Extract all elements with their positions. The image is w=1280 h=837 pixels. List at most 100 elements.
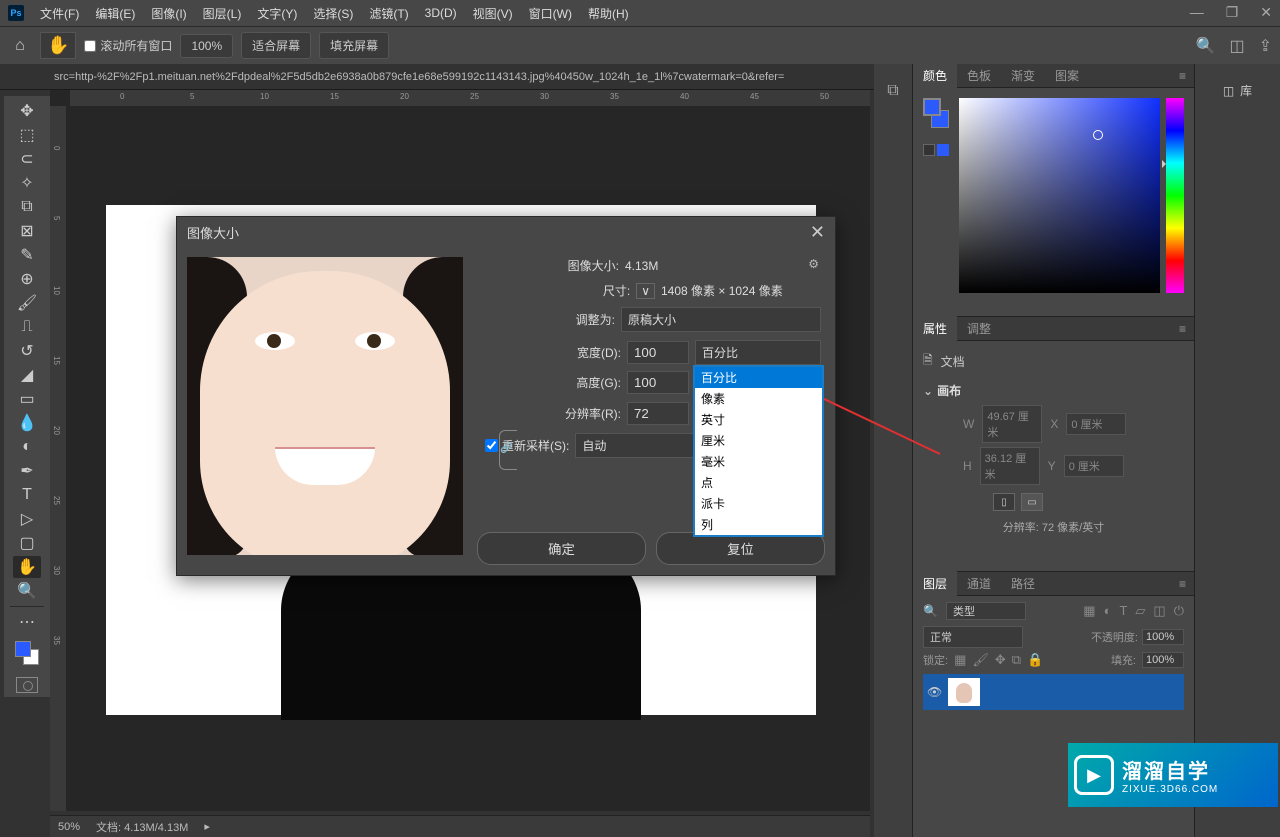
status-arrow-icon[interactable]: ▸ [204, 820, 210, 833]
blur-tool-icon[interactable]: 💧 [13, 412, 41, 434]
scroll-all-checkbox[interactable]: 滚动所有窗口 [84, 37, 172, 54]
minimize-icon[interactable]: — [1190, 4, 1204, 21]
home-icon[interactable]: ⌂ [8, 37, 32, 55]
canvas-x-field[interactable]: 0 厘米 [1066, 413, 1126, 435]
tab-layers[interactable]: 图层 [913, 571, 957, 596]
fit-screen-button[interactable]: 适合屏幕 [241, 32, 311, 59]
dialog-close-icon[interactable]: ✕ [810, 222, 825, 243]
filter-search-icon[interactable]: 🔍 [923, 604, 938, 618]
wand-tool-icon[interactable]: ✧ [13, 172, 41, 194]
dropdown-option[interactable]: 百分比 [695, 367, 822, 388]
quick-mask-icon[interactable] [16, 677, 38, 693]
tab-gradients[interactable]: 渐变 [1001, 63, 1045, 88]
canvas-y-field[interactable]: 0 厘米 [1064, 455, 1124, 477]
width-unit-select[interactable]: 百分比 [695, 340, 821, 365]
dropdown-option[interactable]: 英寸 [695, 409, 822, 430]
lock-artboard-icon[interactable]: ⧉ [1012, 652, 1021, 668]
share-icon[interactable]: ⇪ [1259, 36, 1272, 56]
resolution-input[interactable] [627, 402, 689, 425]
current-color-icon[interactable] [937, 144, 949, 156]
blend-mode-select[interactable]: 正常 [923, 626, 1023, 648]
color-swatch[interactable] [13, 639, 41, 667]
menu-filter[interactable]: 滤镜(T) [361, 1, 416, 26]
chevron-down-icon[interactable]: ⌄ [923, 384, 933, 398]
opacity-input[interactable] [1142, 629, 1184, 645]
panel-menu-icon[interactable]: ≡ [1171, 322, 1194, 336]
menu-edit[interactable]: 编辑(E) [87, 1, 143, 26]
history-panel-icon[interactable]: ⧉ [887, 82, 898, 100]
panel-menu-icon[interactable]: ≡ [1171, 69, 1194, 83]
menu-help[interactable]: 帮助(H) [580, 1, 637, 26]
status-doc[interactable]: 文档: 4.13M/4.13M [96, 819, 188, 835]
filter-adjust-icon[interactable]: ◐ [1104, 603, 1112, 619]
foreground-color[interactable] [15, 641, 31, 657]
canvas-width-field[interactable]: 49.67 厘米 [982, 405, 1042, 443]
ok-button[interactable]: 确定 [477, 532, 646, 565]
layer-thumbnail[interactable] [948, 678, 980, 706]
layer-item[interactable]: 👁 [923, 674, 1184, 710]
menu-layer[interactable]: 图层(L) [195, 1, 250, 26]
panel-foreground-color[interactable] [923, 98, 941, 116]
pen-tool-icon[interactable]: ✒ [13, 460, 41, 482]
dialog-titlebar[interactable]: 图像大小 ✕ [177, 217, 835, 247]
fit-to-select[interactable]: 原稿大小 [621, 307, 821, 332]
zoom-level-button[interactable]: 100% [180, 34, 233, 58]
canvas-height-field[interactable]: 36.12 厘米 [980, 447, 1040, 485]
crop-tool-icon[interactable]: ⧉ [13, 196, 41, 218]
brush-tool-icon[interactable]: 🖌 [13, 292, 41, 314]
tab-color[interactable]: 颜色 [913, 63, 957, 88]
dodge-tool-icon[interactable]: ◐ [13, 436, 41, 458]
search-icon[interactable]: 🔍 [1196, 36, 1216, 56]
edit-toolbar-icon[interactable]: ⋯ [13, 611, 41, 633]
dim-toggle-icon[interactable]: ∨ [636, 283, 655, 299]
layer-kind-select[interactable] [946, 602, 1026, 620]
type-tool-icon[interactable]: T [13, 484, 41, 506]
link-icon[interactable] [499, 430, 517, 470]
panel-menu-icon[interactable]: ≡ [1171, 577, 1194, 591]
lock-all-icon[interactable]: 🔒 [1027, 652, 1043, 668]
color-field[interactable] [959, 98, 1160, 293]
tab-channels[interactable]: 通道 [957, 571, 1001, 596]
tab-paths[interactable]: 路径 [1001, 571, 1045, 596]
tab-properties[interactable]: 属性 [913, 316, 957, 341]
path-select-tool-icon[interactable]: ▷ [13, 508, 41, 530]
resample-checkbox[interactable]: 重新采样(S): [485, 437, 569, 454]
lock-brush-icon[interactable]: 🖌 [972, 652, 989, 668]
hue-handle[interactable] [1162, 160, 1166, 168]
dropdown-option[interactable]: 列 [695, 514, 822, 535]
menu-view[interactable]: 视图(V) [465, 1, 521, 26]
portrait-orientation-icon[interactable]: ▯ [993, 493, 1015, 511]
tool-preset-hand[interactable]: ✋ [40, 32, 76, 59]
hand-tool-icon[interactable]: ✋ [13, 556, 41, 578]
gear-icon[interactable]: ⚙ [808, 257, 819, 271]
hue-slider[interactable] [1166, 98, 1184, 293]
menu-select[interactable]: 选择(S) [305, 1, 361, 26]
rectangle-tool-icon[interactable]: ▢ [13, 532, 41, 554]
history-brush-tool-icon[interactable]: ↺ [13, 340, 41, 362]
fill-input[interactable] [1142, 652, 1184, 668]
landscape-orientation-icon[interactable]: ▭ [1021, 493, 1043, 511]
lock-transparency-icon[interactable]: ▦ [954, 652, 966, 668]
zoom-tool-icon[interactable]: 🔍 [13, 580, 41, 602]
dropdown-option[interactable]: 厘米 [695, 430, 822, 451]
filter-toggle-icon[interactable]: ⏻ [1174, 603, 1184, 619]
menu-image[interactable]: 图像(I) [143, 1, 194, 26]
warning-icon[interactable] [923, 144, 935, 156]
dropdown-option[interactable]: 点 [695, 472, 822, 493]
tab-swatches[interactable]: 色板 [957, 63, 1001, 88]
eraser-tool-icon[interactable]: ◢ [13, 364, 41, 386]
dropdown-option[interactable]: 毫米 [695, 451, 822, 472]
marquee-tool-icon[interactable]: ⬚ [13, 124, 41, 146]
lasso-tool-icon[interactable]: ⊂ [13, 148, 41, 170]
layer-visibility-icon[interactable]: 👁 [927, 685, 942, 699]
close-window-icon[interactable]: ✕ [1260, 4, 1272, 21]
fill-screen-button[interactable]: 填充屏幕 [319, 32, 389, 59]
move-tool-icon[interactable]: ✥ [13, 100, 41, 122]
filter-shape-icon[interactable]: ▱ [1135, 603, 1145, 619]
healing-tool-icon[interactable]: ⊕ [13, 268, 41, 290]
frame-tool-icon[interactable]: ⊠ [13, 220, 41, 242]
menu-type[interactable]: 文字(Y) [249, 1, 305, 26]
eyedropper-tool-icon[interactable]: ✎ [13, 244, 41, 266]
menu-file[interactable]: 文件(F) [32, 1, 87, 26]
filter-smart-icon[interactable]: ◫ [1153, 603, 1165, 619]
